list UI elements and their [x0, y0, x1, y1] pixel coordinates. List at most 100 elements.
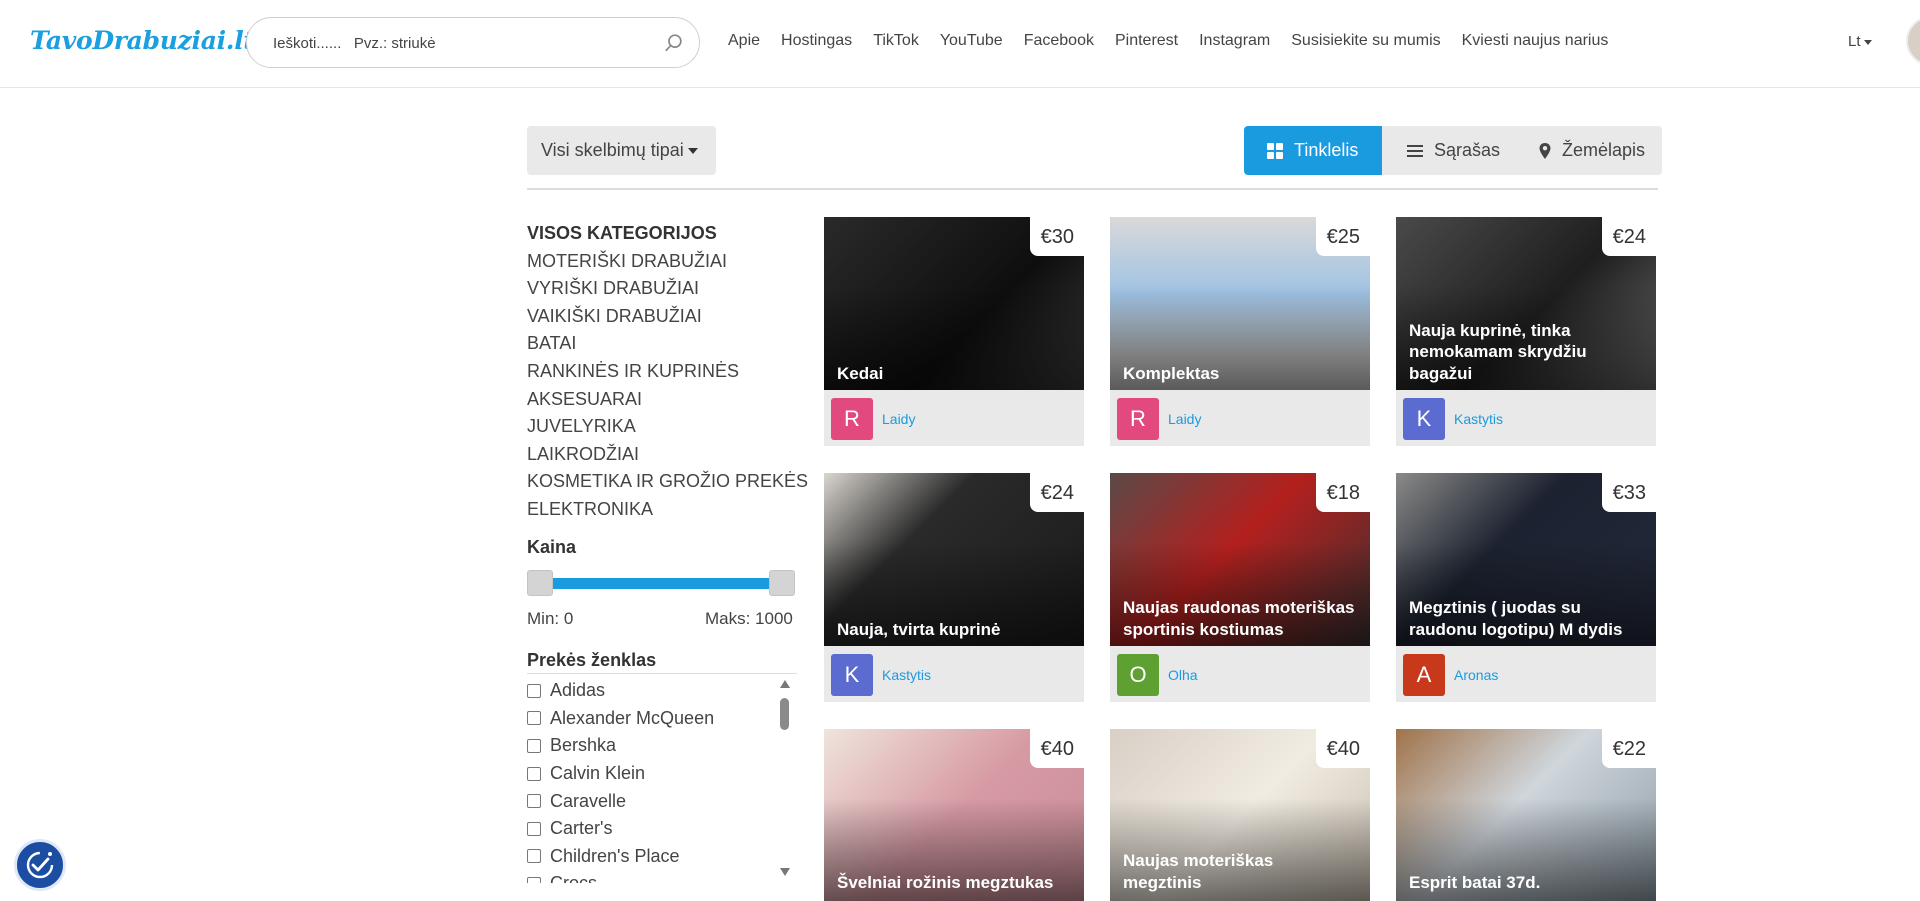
user-avatar[interactable]	[1906, 16, 1920, 66]
listing-type-dropdown[interactable]: Visi skelbimų tipai	[527, 126, 716, 175]
listing-seller[interactable]: K Kastytis	[831, 654, 931, 696]
category-item[interactable]: RANKINĖS IR KUPRINĖS	[527, 358, 797, 386]
category-item[interactable]: VAIKIŠKI DRABUŽIAI	[527, 303, 797, 331]
main-nav: Apie Hostingas TikTok YouTube Facebook P…	[728, 32, 1629, 50]
listing-seller[interactable]: O Olha	[1117, 654, 1198, 696]
listing-title[interactable]: Naujas raudonas moteriškas sportinis kos…	[1123, 597, 1355, 640]
listing-title[interactable]: Naujas moteriškas megztinis	[1123, 850, 1355, 893]
brand-option[interactable]: Calvin Klein	[527, 760, 797, 788]
listing-price: €22	[1601, 729, 1656, 768]
price-min-handle[interactable]	[527, 570, 553, 596]
listing-title[interactable]: Kedai	[837, 363, 1069, 385]
seller-name[interactable]: Aronas	[1454, 667, 1498, 683]
brand-checkbox[interactable]	[527, 821, 541, 836]
nav-link-instagram[interactable]: Instagram	[1199, 32, 1270, 50]
listing-card[interactable]: €24 Nauja kuprinė, tinka nemokamam skryd…	[1396, 217, 1656, 446]
seller-name[interactable]: Olha	[1168, 667, 1198, 683]
view-list-label: Sąrašas	[1434, 140, 1501, 160]
brand-checkbox[interactable]	[527, 876, 541, 883]
listing-title[interactable]: Komplektas	[1123, 363, 1355, 385]
seller-name[interactable]: Laidy	[1168, 411, 1201, 427]
listing-card[interactable]: €40 Švelniai rožinis megztukas	[824, 729, 1084, 901]
seller-name[interactable]: Kastytis	[1454, 411, 1503, 427]
category-item[interactable]: JUVELYRIKA	[527, 413, 797, 441]
scroll-thumb[interactable]	[780, 698, 789, 730]
category-item[interactable]: MOTERIŠKI DRABUŽIAI	[527, 248, 797, 276]
listing-seller[interactable]: K Kastytis	[1403, 398, 1503, 440]
listing-card[interactable]: €25 Komplektas R Laidy	[1110, 217, 1370, 446]
brand-list-scrollbar[interactable]	[777, 676, 793, 880]
category-item[interactable]: LAIKRODŽIAI	[527, 441, 797, 469]
nav-link-hostingas[interactable]: Hostingas	[781, 32, 852, 50]
brand-checkbox[interactable]	[527, 738, 541, 753]
listing-seller[interactable]: R Laidy	[831, 398, 915, 440]
listing-title[interactable]: Megztinis ( juodas su raudonu logotipu) …	[1409, 597, 1641, 640]
listing-price: €18	[1315, 473, 1370, 512]
seller-avatar: R	[831, 398, 873, 440]
brand-option[interactable]: Caravelle	[527, 787, 797, 815]
listing-card[interactable]: €30 Kedai R Laidy	[824, 217, 1084, 446]
language-selector[interactable]: Lt	[1848, 33, 1872, 50]
brand-checkbox[interactable]	[527, 683, 541, 698]
brand-label: Bershka	[550, 735, 617, 756]
listing-seller[interactable]: R Laidy	[1117, 398, 1201, 440]
chevron-down-icon	[1863, 39, 1872, 45]
view-switcher: Tinklelis Sąrašas Žemėlapis	[1244, 126, 1662, 175]
seller-name[interactable]: Kastytis	[882, 667, 931, 683]
listing-title[interactable]: Esprit batai 37d.	[1409, 872, 1641, 894]
price-range-track[interactable]	[537, 578, 785, 589]
listing-card[interactable]: €33 Megztinis ( juodas su raudonu logoti…	[1396, 473, 1656, 702]
listing-card[interactable]: €18 Naujas raudonas moteriškas sportinis…	[1110, 473, 1370, 702]
category-item[interactable]: VYRIŠKI DRABUŽIAI	[527, 275, 797, 303]
nav-link-facebook[interactable]: Facebook	[1024, 32, 1094, 50]
category-item[interactable]: AKSESUARAI	[527, 386, 797, 414]
brand-option[interactable]: Carter's	[527, 815, 797, 843]
brand-checkbox[interactable]	[527, 794, 541, 809]
listing-card[interactable]: €40 Naujas moteriškas megztinis	[1110, 729, 1370, 901]
listing-card[interactable]: €24 Nauja, tvirta kuprinė K Kastytis	[824, 473, 1084, 702]
nav-link-tiktok[interactable]: TikTok	[873, 32, 919, 50]
seller-avatar: K	[1403, 398, 1445, 440]
seller-name[interactable]: Laidy	[882, 411, 915, 427]
brand-option[interactable]: Adidas	[527, 677, 797, 705]
brand-checkbox[interactable]	[527, 766, 541, 781]
view-map-button[interactable]: Žemėlapis	[1514, 126, 1662, 175]
view-grid-button[interactable]: Tinklelis	[1244, 126, 1382, 175]
category-all[interactable]: VISOS KATEGORIJOS	[527, 220, 797, 248]
brand-label: Crocs	[550, 873, 597, 883]
search-icon[interactable]	[663, 32, 685, 54]
brand-option[interactable]: Children's Place	[527, 843, 797, 871]
search-input[interactable]	[273, 30, 653, 56]
site-logo[interactable]: TavoDrabuziai.lt	[30, 26, 255, 55]
nav-link-pinterest[interactable]: Pinterest	[1115, 32, 1178, 50]
listing-title[interactable]: Nauja kuprinė, tinka nemokamam skrydžiu …	[1409, 320, 1641, 385]
nav-link-youtube[interactable]: YouTube	[940, 32, 1003, 50]
category-item[interactable]: KOSMETIKA IR GROŽIO PREKĖS	[527, 468, 808, 496]
category-item[interactable]: BATAI	[527, 330, 797, 358]
listing-title[interactable]: Nauja, tvirta kuprinė	[837, 619, 1069, 641]
listing-card[interactable]: €22 Esprit batai 37d.	[1396, 729, 1656, 901]
brand-option[interactable]: Bershka	[527, 732, 797, 760]
nav-link-contact[interactable]: Susisiekite su mumis	[1291, 32, 1440, 50]
nav-link-apie[interactable]: Apie	[728, 32, 760, 50]
scroll-down-icon[interactable]	[780, 868, 790, 876]
map-pin-icon	[1539, 142, 1551, 159]
listing-title[interactable]: Švelniai rožinis megztukas	[837, 872, 1069, 894]
brand-checkbox[interactable]	[527, 849, 541, 864]
view-map-label: Žemėlapis	[1562, 140, 1646, 160]
nav-link-invite[interactable]: Kviesti naujus narius	[1462, 32, 1609, 50]
view-list-button[interactable]: Sąrašas	[1382, 126, 1514, 175]
scroll-up-icon[interactable]	[780, 680, 790, 688]
listing-seller[interactable]: A Aronas	[1403, 654, 1498, 696]
category-item[interactable]: ELEKTRONIKA	[527, 496, 797, 524]
brand-checkbox[interactable]	[527, 711, 541, 726]
listing-price: €24	[1029, 473, 1084, 512]
listing-type-label: Visi skelbimų tipai	[541, 140, 684, 160]
brand-label: Children's Place	[550, 845, 680, 866]
search-box	[246, 17, 700, 68]
price-max-handle[interactable]	[769, 570, 795, 596]
seller-avatar: K	[831, 654, 873, 696]
accessibility-button[interactable]	[14, 839, 66, 891]
brand-option[interactable]: Crocs	[527, 870, 797, 883]
brand-option[interactable]: Alexander McQueen	[527, 705, 797, 733]
